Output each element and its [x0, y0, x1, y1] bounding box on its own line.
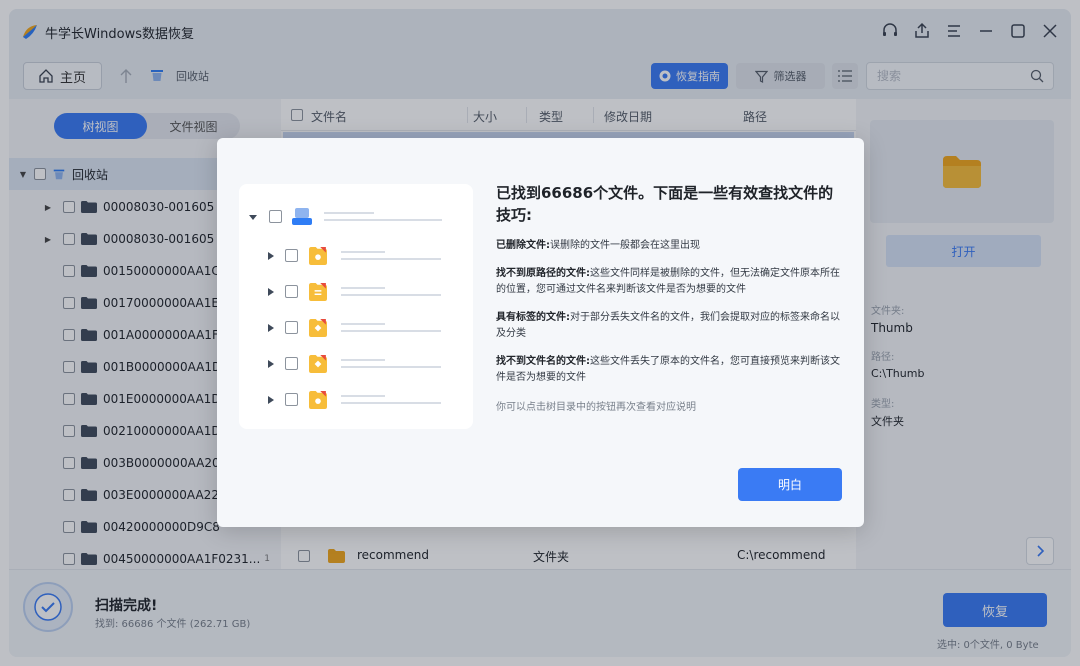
placeholder-line: [341, 395, 385, 397]
illustration-checkbox: [285, 321, 298, 334]
expand-arrow-icon: [268, 360, 274, 368]
expand-arrow-icon: [268, 324, 274, 332]
tip-no-name-files: 找不到文件名的文件:这些文件丢失了原本的文件名，您可直接预览来判断该文件是否为想…: [496, 354, 846, 386]
folder-badge-icon: [309, 391, 327, 409]
expand-arrow-icon: [268, 252, 274, 260]
expand-arrow-icon: [268, 396, 274, 404]
illustration-checkbox: [285, 357, 298, 370]
tip-no-path-files: 找不到原路径的文件:这些文件同样是被删除的文件，但无法确定文件原本所在的位置，您…: [496, 266, 846, 298]
placeholder-line: [341, 294, 441, 296]
tip-deleted-files: 已删除文件:误删除的文件一般都会在这里出现: [496, 238, 846, 254]
placeholder-line: [341, 366, 441, 368]
tip-note: 你可以点击树目录中的按钮再次查看对应说明: [496, 400, 846, 416]
tips-dialog: 已找到66686个文件。下面是一些有效查找文件的技巧: 已删除文件:误删除的文件…: [217, 138, 864, 527]
illustration-row: [239, 353, 473, 375]
placeholder-line: [341, 258, 441, 260]
illustration-row: [239, 245, 473, 267]
illustration-checkbox: [285, 249, 298, 262]
folder-badge-icon: [309, 319, 327, 337]
illustration-row: [239, 206, 473, 228]
dialog-title: 已找到66686个文件。下面是一些有效查找文件的技巧:: [496, 182, 846, 226]
folder-badge-icon: [309, 247, 327, 265]
placeholder-line: [341, 287, 385, 289]
illustration-row: [239, 281, 473, 303]
got-it-button[interactable]: 明白: [738, 468, 842, 501]
placeholder-line: [341, 402, 441, 404]
illustration-checkbox: [285, 285, 298, 298]
placeholder-line: [341, 330, 441, 332]
tip-tagged-files: 具有标签的文件:对于部分丢失文件名的文件，我们会提取对应的标签来命名以及分类: [496, 310, 846, 342]
illustration-row: [239, 317, 473, 339]
illustration-row: [239, 389, 473, 411]
placeholder-line: [341, 251, 385, 253]
placeholder-line: [341, 359, 385, 361]
folder-badge-icon: [309, 355, 327, 373]
placeholder-line: [341, 323, 385, 325]
folder-badge-icon: [309, 283, 327, 301]
expand-arrow-icon: [268, 288, 274, 296]
illustration-checkbox: [285, 393, 298, 406]
tree-illustration: [239, 184, 473, 429]
drive-icon: [291, 208, 313, 226]
